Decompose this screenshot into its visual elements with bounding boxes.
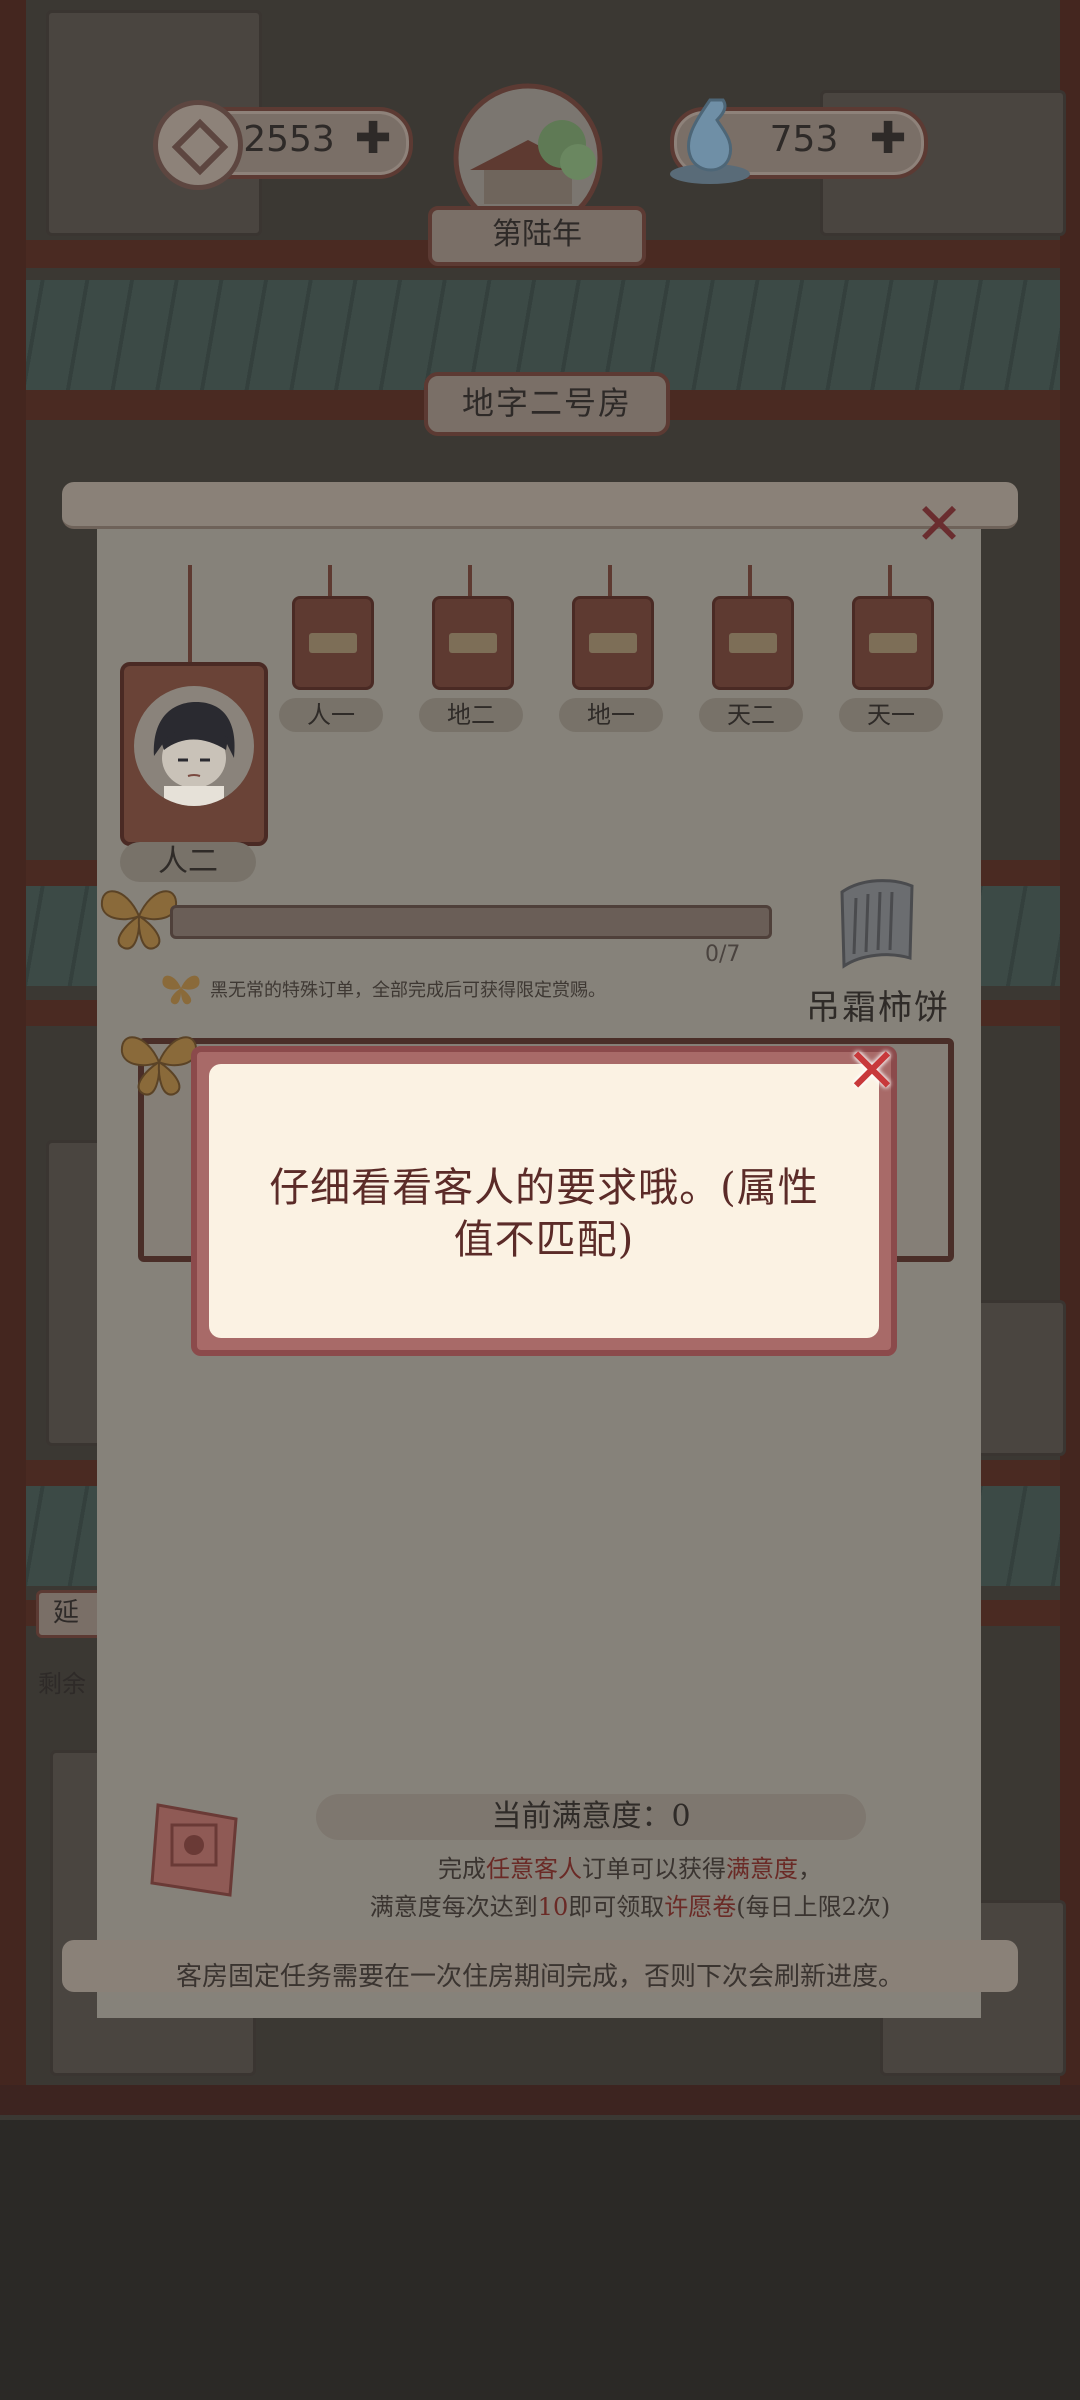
guest-tag[interactable] xyxy=(292,596,374,690)
highlight-text: 10 xyxy=(537,1893,569,1921)
guest-avatar xyxy=(134,686,254,806)
guest-tag-label: 天二 xyxy=(699,698,803,732)
order-progress-bar xyxy=(170,905,772,939)
jade-value: 753 xyxy=(769,119,839,160)
guest-tag-label: 地一 xyxy=(559,698,663,732)
tag-string xyxy=(188,565,192,665)
scroll-rod-top xyxy=(62,482,1018,529)
tag-string xyxy=(468,565,472,597)
reward-name: 吊霜柿饼 xyxy=(806,988,950,1028)
tag-string xyxy=(328,565,332,597)
satisfaction-line-1: 完成任意客人订单可以获得满意度， xyxy=(300,1850,960,1888)
text: (每日上限2次) xyxy=(736,1893,891,1921)
special-order-note: 黑无常的特殊订单，全部完成后可获得限定赏赐。 xyxy=(210,980,606,1001)
add-jade-button[interactable]: ✚ xyxy=(866,117,910,161)
side-text: 剩余 xyxy=(38,1670,86,1698)
floor-beam xyxy=(0,2085,1080,2115)
dialog-body: 仔细看看客人的要求哦。(属性值不匹配) xyxy=(209,1064,879,1338)
guest-tag[interactable] xyxy=(712,596,794,690)
satisfaction-label: 当前满意度：0 xyxy=(316,1794,866,1840)
guest-tag[interactable] xyxy=(852,596,934,690)
butterfly-small-icon xyxy=(162,975,200,1005)
tag-slot xyxy=(589,633,637,653)
guest-tag-label: 天一 xyxy=(839,698,943,732)
add-coins-button[interactable]: ✚ xyxy=(351,117,395,161)
pillar xyxy=(1060,0,1080,2110)
close-panel-button[interactable]: ✕ xyxy=(912,495,966,553)
tag-slot xyxy=(449,633,497,653)
progress-count: 0/7 xyxy=(705,942,741,967)
tag-string xyxy=(748,565,752,597)
scroll-reward-icon[interactable] xyxy=(832,874,922,970)
tag-string xyxy=(888,565,892,597)
current-guest-tag[interactable] xyxy=(120,662,268,846)
text: 即可领取 xyxy=(568,1893,665,1921)
tag-slot xyxy=(309,633,357,653)
tag-slot xyxy=(729,633,777,653)
satisfaction-line-2: 满意度每次达到10即可领取许愿卷(每日上限2次) xyxy=(300,1888,960,1926)
guest-tag-label: 人一 xyxy=(279,698,383,732)
guest-tag-label: 地二 xyxy=(419,698,523,732)
guest-tag[interactable] xyxy=(572,596,654,690)
text: 完成 xyxy=(438,1855,486,1883)
wish-ticket-icon xyxy=(150,1803,238,1897)
butterfly-icon xyxy=(120,1036,198,1096)
text: ， xyxy=(798,1855,822,1883)
year-label: 第陆年 xyxy=(428,206,646,266)
text: 满意度每次达到 xyxy=(369,1893,538,1921)
highlight-text: 许愿卷 xyxy=(664,1893,737,1921)
footer-note: 客房固定任务需要在一次住房期间完成，否则下次会刷新进度。 xyxy=(175,1962,904,1992)
tag-string xyxy=(608,565,612,597)
dialog-message: 仔细看看客人的要求哦。(属性值不匹配) xyxy=(269,1165,819,1263)
mismatch-dialog: 仔细看看客人的要求哦。(属性值不匹配) xyxy=(191,1046,897,1356)
highlight-text: 满意度 xyxy=(726,1855,798,1883)
tag-slot xyxy=(869,633,917,653)
text: 订单可以获得 xyxy=(582,1855,726,1883)
coin-icon xyxy=(153,100,243,190)
guest-tag[interactable] xyxy=(432,596,514,690)
satisfaction-description: 完成任意客人订单可以获得满意度， 满意度每次达到10即可领取许愿卷(每日上限2次… xyxy=(300,1850,960,1926)
room-name-sign: 地字二号房 xyxy=(424,372,670,436)
highlight-text: 任意客人 xyxy=(486,1855,582,1883)
pillar xyxy=(0,0,26,2110)
close-dialog-button[interactable]: ✕ xyxy=(845,1040,899,1102)
guest-portrait-icon xyxy=(153,702,235,806)
water-drop-icon xyxy=(670,98,750,184)
